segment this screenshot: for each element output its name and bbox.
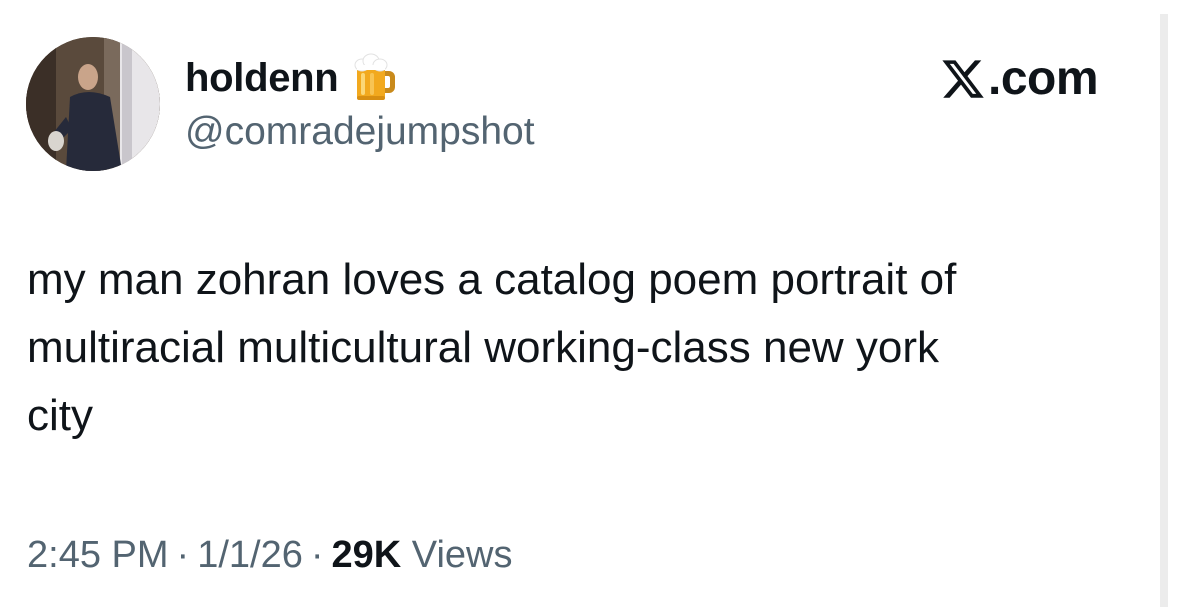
- display-name[interactable]: holdenn: [185, 54, 339, 102]
- author-handle[interactable]: @comradejumpshot: [185, 108, 535, 156]
- brand-logo: .com: [940, 52, 1099, 106]
- avatar[interactable]: [26, 37, 160, 171]
- tweet-card: holdenn @comradejumpshot .com my man zoh…: [0, 0, 1160, 607]
- scrollbar-track: [1160, 14, 1168, 607]
- avatar-photo: [26, 37, 160, 171]
- x-logo-icon: [940, 56, 986, 102]
- author-name-row: holdenn: [185, 52, 398, 104]
- meta-separator: ·: [176, 534, 190, 576]
- tweet-text-line: my man zohran loves a catalog poem portr…: [27, 255, 957, 304]
- meta-separator: ·: [310, 534, 324, 576]
- tweet-text: my man zohran loves a catalog poem portr…: [27, 246, 1137, 450]
- tweet-meta: 2:45 PM · 1/1/26 · 29K Views: [27, 531, 512, 579]
- beer-mug-icon: [352, 53, 398, 103]
- views-label: Views: [411, 534, 513, 576]
- tweet-text-line: multiracial multicultural working-class …: [27, 323, 940, 372]
- tweet-time[interactable]: 2:45 PM: [27, 534, 169, 576]
- tweet-date[interactable]: 1/1/26: [197, 534, 303, 576]
- brand-suffix: .com: [988, 52, 1099, 105]
- views-count[interactable]: 29K: [332, 534, 402, 576]
- tweet-text-line: city: [27, 391, 93, 440]
